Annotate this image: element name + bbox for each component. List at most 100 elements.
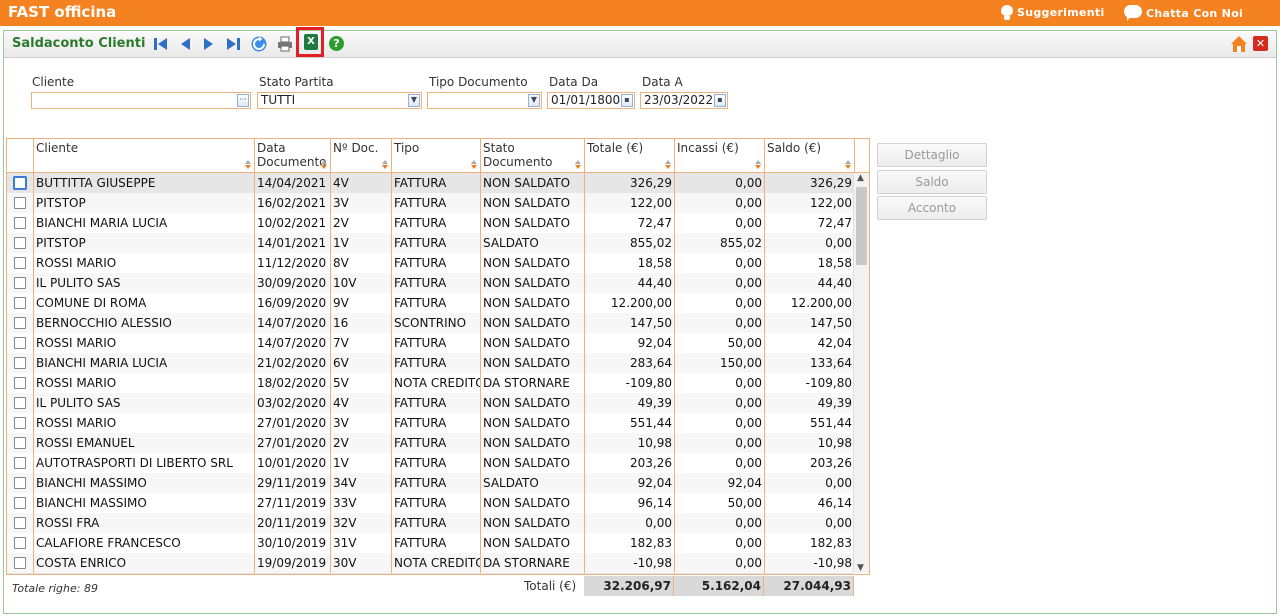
calendar-icon[interactable]: ▪ bbox=[621, 94, 633, 107]
help-icon[interactable]: ? bbox=[329, 36, 344, 51]
row-checkbox[interactable] bbox=[14, 437, 26, 449]
row-checkbox[interactable] bbox=[14, 177, 26, 189]
next-record-icon[interactable] bbox=[200, 35, 218, 53]
table-row[interactable]: PITSTOP 14/01/2021 1V FATTURA SALDATO 855,02 8… bbox=[7, 233, 855, 254]
row-checkbox[interactable] bbox=[14, 377, 26, 389]
cell-incassi: 0,00 bbox=[675, 193, 765, 213]
row-checkbox[interactable] bbox=[14, 477, 26, 489]
row-select-cell bbox=[7, 413, 34, 433]
tipo-documento-select[interactable]: ▼ bbox=[427, 92, 542, 109]
cell-stato-documento: NON SALDATO bbox=[481, 493, 585, 513]
row-checkbox[interactable] bbox=[14, 457, 26, 469]
row-checkbox[interactable] bbox=[14, 517, 26, 529]
sort-icon bbox=[575, 160, 582, 169]
table-row[interactable]: CALAFIORE FRANCESCO 30/10/2019 31V FATTURA N… bbox=[7, 533, 855, 554]
chat-label: Chatta Con Noi bbox=[1146, 6, 1244, 20]
row-checkbox[interactable] bbox=[14, 557, 26, 569]
scroll-up-icon[interactable]: ▲ bbox=[857, 173, 864, 183]
suggestions-link[interactable]: Suggerimenti bbox=[1001, 5, 1105, 20]
header-cliente[interactable]: Cliente bbox=[34, 139, 255, 172]
cell-stato-documento: NON SALDATO bbox=[481, 333, 585, 353]
cell-totale: 0,00 bbox=[585, 513, 675, 533]
cell-totale: -10,98 bbox=[585, 553, 675, 573]
total-saldo: 27.044,93 bbox=[764, 576, 854, 596]
header-totale[interactable]: Totale (€) bbox=[585, 139, 675, 172]
row-checkbox[interactable] bbox=[14, 397, 26, 409]
table-row[interactable]: COMUNE DI ROMA 16/09/2020 9V FATTURA NON SAL… bbox=[7, 293, 855, 314]
cell-cliente: BERNOCCHIO ALESSIO bbox=[34, 313, 255, 333]
data-da-input[interactable]: 01/01/1800 ▪ bbox=[547, 92, 635, 109]
excel-export-button[interactable]: X bbox=[296, 27, 324, 57]
row-checkbox[interactable] bbox=[14, 197, 26, 209]
cell-n-doc: 4V bbox=[331, 173, 392, 193]
chevron-down-icon[interactable]: ▼ bbox=[528, 94, 540, 107]
table-row[interactable]: ROSSI MARIO 18/02/2020 5V NOTA CREDITO DA ST… bbox=[7, 373, 855, 394]
table-row[interactable]: IL PULITO SAS 30/09/2020 10V FATTURA NON SAL… bbox=[7, 273, 855, 294]
header-stato-documento[interactable]: Stato Documento bbox=[481, 139, 585, 172]
table-row[interactable]: BUTTITTA GIUSEPPE 14/04/2021 4V FATTURA NON … bbox=[7, 173, 855, 194]
cell-cliente: ROSSI MARIO bbox=[34, 333, 255, 353]
scroll-down-icon[interactable]: ▼ bbox=[857, 563, 864, 573]
table-row[interactable]: AUTOTRASPORTI DI LIBERTO SRL 10/01/2020 1V… bbox=[7, 453, 855, 474]
prev-record-icon[interactable] bbox=[176, 35, 194, 53]
row-checkbox[interactable] bbox=[14, 317, 26, 329]
chat-link[interactable]: Chatta Con Noi bbox=[1124, 5, 1243, 21]
header-saldo[interactable]: Saldo (€) bbox=[765, 139, 855, 172]
sort-icon bbox=[245, 160, 252, 169]
row-checkbox[interactable] bbox=[14, 357, 26, 369]
row-select-cell bbox=[7, 233, 34, 253]
scroll-thumb[interactable] bbox=[856, 187, 867, 265]
cell-n-doc: 9V bbox=[331, 293, 392, 313]
cell-stato-documento: NON SALDATO bbox=[481, 193, 585, 213]
cell-totale: 49,39 bbox=[585, 393, 675, 413]
cell-saldo: 72,47 bbox=[765, 213, 855, 233]
table-row[interactable]: BIANCHI MARIA LUCIA 10/02/2021 2V FATTURA NO… bbox=[7, 213, 855, 234]
row-checkbox[interactable] bbox=[14, 417, 26, 429]
header-n-doc[interactable]: Nº Doc. bbox=[331, 139, 392, 172]
ellipsis-icon[interactable]: ··· bbox=[237, 94, 249, 107]
row-checkbox[interactable] bbox=[14, 257, 26, 269]
stato-partita-select[interactable]: TUTTI ▼ bbox=[257, 92, 422, 109]
row-checkbox[interactable] bbox=[14, 337, 26, 349]
row-checkbox[interactable] bbox=[14, 537, 26, 549]
table-row[interactable]: ROSSI MARIO 14/07/2020 7V FATTURA NON SALDAT… bbox=[7, 333, 855, 354]
saldo-button[interactable]: Saldo bbox=[877, 170, 987, 194]
header-data-documento[interactable]: Data Documento bbox=[255, 139, 331, 172]
cell-data-documento: 27/01/2020 bbox=[255, 413, 331, 433]
calendar-icon[interactable]: ▪ bbox=[714, 94, 726, 107]
table-row[interactable]: ROSSI FRA 20/11/2019 32V FATTURA NON SALDATO… bbox=[7, 513, 855, 534]
row-checkbox[interactable] bbox=[14, 277, 26, 289]
header-tipo[interactable]: Tipo bbox=[392, 139, 481, 172]
table-row[interactable]: BIANCHI MARIA LUCIA 21/02/2020 6V FATTURA NO… bbox=[7, 353, 855, 374]
first-record-icon[interactable] bbox=[152, 35, 170, 53]
refresh-icon[interactable] bbox=[250, 35, 268, 53]
table-row[interactable]: ROSSI MARIO 11/12/2020 8V FATTURA NON SALDAT… bbox=[7, 253, 855, 274]
table-row[interactable]: ROSSI MARIO 27/01/2020 3V FATTURA NON SALDAT… bbox=[7, 413, 855, 434]
row-checkbox[interactable] bbox=[14, 297, 26, 309]
vertical-scrollbar[interactable]: ▲ ▼ bbox=[853, 173, 869, 573]
chevron-down-icon[interactable]: ▼ bbox=[408, 94, 420, 107]
cell-tipo: FATTURA bbox=[392, 213, 481, 233]
cell-cliente: BIANCHI MARIA LUCIA bbox=[34, 353, 255, 373]
table-row[interactable]: BERNOCCHIO ALESSIO 14/07/2020 16 SCONTRINO N… bbox=[7, 313, 855, 334]
cliente-input[interactable]: ··· bbox=[31, 92, 251, 109]
row-checkbox[interactable] bbox=[14, 497, 26, 509]
cell-data-documento: 16/02/2021 bbox=[255, 193, 331, 213]
home-icon[interactable] bbox=[1230, 35, 1248, 53]
table-row[interactable]: PITSTOP 16/02/2021 3V FATTURA NON SALDATO 122… bbox=[7, 193, 855, 214]
print-icon[interactable] bbox=[276, 35, 294, 53]
table-row[interactable]: BIANCHI MASSIMO 27/11/2019 33V FATTURA NON S… bbox=[7, 493, 855, 514]
row-checkbox[interactable] bbox=[14, 237, 26, 249]
acconto-button[interactable]: Acconto bbox=[877, 196, 987, 220]
header-incassi[interactable]: Incassi (€) bbox=[675, 139, 765, 172]
table-row[interactable]: COSTA ENRICO 19/09/2019 30V NOTA CREDITO DA … bbox=[7, 553, 855, 574]
dettaglio-button[interactable]: Dettaglio bbox=[877, 143, 987, 167]
table-row[interactable]: ROSSI EMANUEL 27/01/2020 2V FATTURA NON SALD… bbox=[7, 433, 855, 454]
table-row[interactable]: IL PULITO SAS 03/02/2020 4V FATTURA NON SALD… bbox=[7, 393, 855, 414]
table-row[interactable]: BIANCHI MASSIMO 29/11/2019 34V FATTURA SALDA… bbox=[7, 473, 855, 494]
row-checkbox[interactable] bbox=[14, 217, 26, 229]
last-record-icon[interactable] bbox=[224, 35, 242, 53]
close-icon[interactable]: ✕ bbox=[1253, 36, 1268, 51]
cell-tipo: FATTURA bbox=[392, 333, 481, 353]
data-a-input[interactable]: 23/03/2022 ▪ bbox=[640, 92, 728, 109]
